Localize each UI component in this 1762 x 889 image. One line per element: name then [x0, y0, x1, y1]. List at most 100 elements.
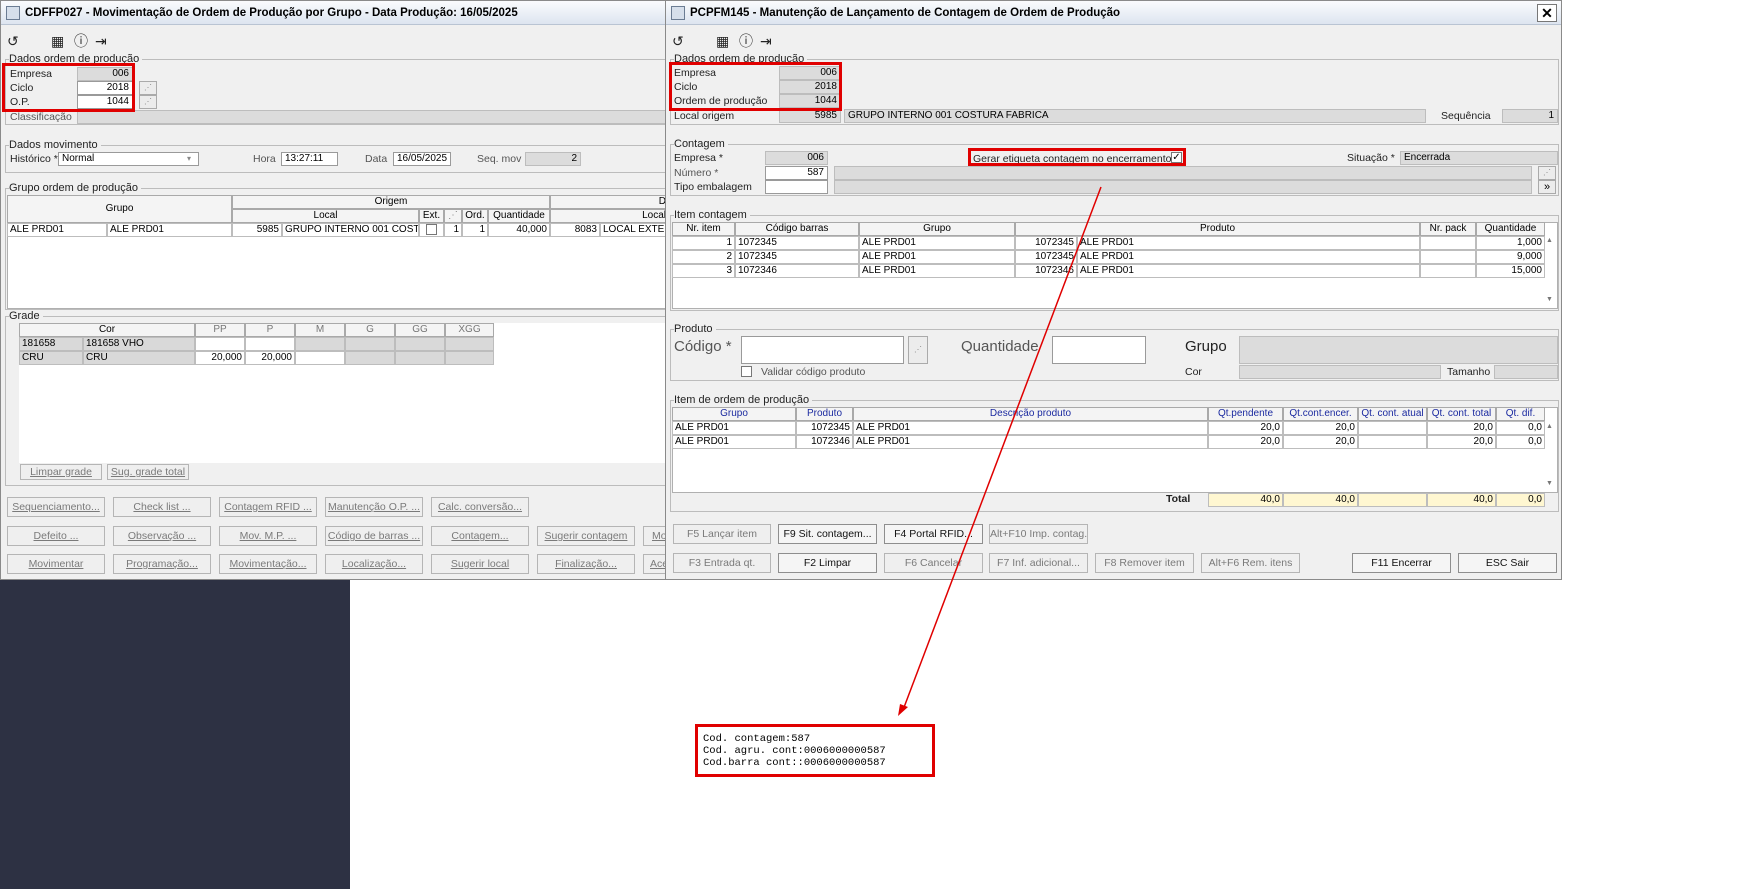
grade-pp-cell[interactable] [195, 337, 245, 351]
sequenciamento-button[interactable]: Sequenciamento... [7, 497, 105, 517]
grade-p-cell[interactable]: 20,000 [245, 351, 295, 365]
contagem-rfid-button[interactable]: Contagem RFID ... [219, 497, 317, 517]
quantidade-cell[interactable]: 40,000 [488, 223, 550, 237]
limpar-grade-button[interactable]: Limpar grade [20, 464, 102, 480]
remover-item-button[interactable]: F8 Remover item [1095, 553, 1194, 573]
dest-code-cell[interactable]: 8083 [550, 223, 600, 237]
grupo-desc-cell[interactable]: ALE PRD01 [107, 223, 232, 237]
oi-desc-cell[interactable]: ALE PRD01 [853, 421, 1208, 435]
mov-mp-button[interactable]: Mov. M.P. ... [219, 526, 317, 546]
grade-m-cell[interactable] [295, 351, 345, 365]
contagem-button[interactable]: Contagem... [431, 526, 529, 546]
oi-total-cell[interactable]: 20,0 [1427, 435, 1496, 449]
oi-atual-cell[interactable] [1358, 435, 1427, 449]
item-nr-cell[interactable]: 2 [672, 250, 735, 264]
item-prod-code-cell[interactable]: 1072346 [1015, 264, 1077, 278]
hora-field[interactable]: 13:27:11 [281, 152, 338, 166]
item-cod-cell[interactable]: 1072345 [735, 236, 859, 250]
scroll-up-icon[interactable]: ▲ [1546, 423, 1553, 430]
dest-name-cell[interactable]: LOCAL EXTER [600, 223, 667, 237]
item-pack-cell[interactable] [1420, 250, 1476, 264]
oi-pend-cell[interactable]: 20,0 [1208, 435, 1283, 449]
item-grupo-cell[interactable]: ALE PRD01 [859, 236, 1015, 250]
scroll-down-icon[interactable]: ▼ [1546, 480, 1553, 487]
sair-button[interactable]: ESC Sair [1458, 553, 1557, 573]
item-pack-cell[interactable] [1420, 264, 1476, 278]
check-list-button[interactable]: Check list ... [113, 497, 211, 517]
local-name-cell[interactable]: GRUPO INTERNO 001 COSTUR/ [282, 223, 419, 237]
oi-prod-cell[interactable]: 1072345 [796, 421, 853, 435]
exit-icon[interactable]: ⇥ [95, 34, 107, 48]
calendar-icon[interactable]: ▦ [51, 34, 64, 48]
oi-grupo-cell[interactable]: ALE PRD01 [672, 421, 796, 435]
movimentar-button[interactable]: Movimentar [7, 554, 105, 574]
r-tipo-field[interactable] [765, 180, 828, 194]
oi-dif-cell[interactable]: 0,0 [1496, 435, 1545, 449]
item-qtd-cell[interactable]: 15,000 [1476, 264, 1545, 278]
rem-itens-button[interactable]: Alt+F6 Rem. itens [1201, 553, 1300, 573]
manutencao-op-button[interactable]: Manutenção O.P. ... [325, 497, 423, 517]
lancar-item-button[interactable]: F5 Lançar item [673, 524, 771, 544]
refresh-icon[interactable]: ↺ [7, 34, 19, 48]
exit-icon[interactable]: ⇥ [760, 34, 772, 48]
right-title-bar[interactable]: PCPFM145 - Manutenção de Lançamento de C… [666, 1, 1561, 25]
imp-contag-button[interactable]: Alt+F10 Imp. contag. [989, 524, 1088, 544]
entrada-qt-button[interactable]: F3 Entrada qt. [673, 553, 771, 573]
sugerir-contagem-button[interactable]: Sugerir contagem [537, 526, 635, 546]
data-field[interactable]: 16/05/2025 [393, 152, 451, 166]
programacao-button[interactable]: Programação... [113, 554, 211, 574]
grupo-cell[interactable]: ALE PRD01 [7, 223, 107, 237]
sit-contagem-button[interactable]: F9 Sit. contagem... [778, 524, 877, 544]
item-cod-cell[interactable]: 1072345 [735, 250, 859, 264]
oi-desc-cell[interactable]: ALE PRD01 [853, 435, 1208, 449]
item-prod-name-cell[interactable]: ALE PRD01 [1077, 250, 1420, 264]
expand-button[interactable]: » [1538, 180, 1556, 194]
cancelar-button[interactable]: F6 Cancelar [884, 553, 983, 573]
localizacao-button[interactable]: Localização... [325, 554, 423, 574]
finalizacao-button[interactable]: Finalização... [537, 554, 635, 574]
item-grupo-cell[interactable]: ALE PRD01 [859, 264, 1015, 278]
portal-rfid-button[interactable]: F4 Portal RFID... [884, 524, 983, 544]
oi-grupo-cell[interactable]: ALE PRD01 [672, 435, 796, 449]
oi-prod-cell[interactable]: 1072346 [796, 435, 853, 449]
codigo-input[interactable] [741, 336, 904, 364]
codigo-barras-button[interactable]: Código de barras ... [325, 526, 423, 546]
item-nr-cell[interactable]: 1 [672, 236, 735, 250]
r-numero-field[interactable]: 587 [765, 166, 828, 180]
observacao-button[interactable]: Observação ... [113, 526, 211, 546]
quantidade-input[interactable] [1052, 336, 1146, 364]
help-icon[interactable]: ⓘ [74, 34, 88, 48]
inf-adicional-button[interactable]: F7 Inf. adicional... [989, 553, 1088, 573]
limpar-button[interactable]: F2 Limpar [778, 553, 877, 573]
oi-total-cell[interactable]: 20,0 [1427, 421, 1496, 435]
local-code-cell[interactable]: 5985 [232, 223, 282, 237]
item-qtd-cell[interactable]: 1,000 [1476, 236, 1545, 250]
historico-select[interactable]: Normal [58, 152, 199, 166]
item-grupo-cell[interactable]: ALE PRD01 [859, 250, 1015, 264]
codigo-lookup-button[interactable]: ⋰ [908, 336, 928, 364]
n1-cell[interactable]: 1 [444, 223, 462, 237]
sug-grade-total-button[interactable]: Sug. grade total [107, 464, 189, 480]
item-prod-name-cell[interactable]: ALE PRD01 [1077, 236, 1420, 250]
oi-encer-cell[interactable]: 20,0 [1283, 435, 1358, 449]
movimentacao-button[interactable]: Movimentação... [219, 554, 317, 574]
oi-atual-cell[interactable] [1358, 421, 1427, 435]
item-prod-code-cell[interactable]: 1072345 [1015, 236, 1077, 250]
refresh-icon[interactable]: ↺ [672, 34, 684, 48]
scroll-up-icon[interactable]: ▲ [1546, 237, 1553, 244]
item-cod-cell[interactable]: 1072346 [735, 264, 859, 278]
oi-pend-cell[interactable]: 20,0 [1208, 421, 1283, 435]
close-icon[interactable]: ✕ [1537, 4, 1557, 22]
validar-codigo-checkbox[interactable] [741, 366, 752, 377]
help-icon[interactable]: ⓘ [739, 34, 753, 48]
ext-checkbox[interactable] [426, 224, 437, 235]
item-prod-code-cell[interactable]: 1072345 [1015, 250, 1077, 264]
grade-p-cell[interactable] [245, 337, 295, 351]
ord-cell[interactable]: 1 [462, 223, 488, 237]
left-title-bar[interactable]: CDFFP027 - Movimentação de Ordem de Prod… [1, 1, 667, 25]
chevron-down-icon[interactable]: ▾ [187, 154, 191, 163]
item-qtd-cell[interactable]: 9,000 [1476, 250, 1545, 264]
grade-pp-cell[interactable]: 20,000 [195, 351, 245, 365]
item-prod-name-cell[interactable]: ALE PRD01 [1077, 264, 1420, 278]
ciclo-lookup-button[interactable]: ⋰ [139, 81, 157, 95]
